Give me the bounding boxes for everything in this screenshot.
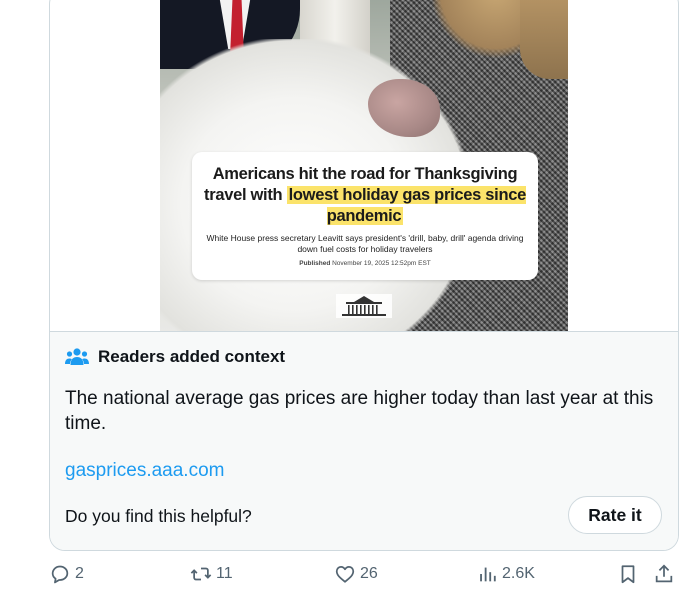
views-count: 2.6K [502, 565, 535, 582]
community-note-header: Readers added context [65, 347, 285, 367]
headline-title: Americans hit the road for Thanksgiving … [202, 164, 528, 227]
published-date: November 19, 2025 12:52pm EST [332, 260, 431, 267]
helpful-question: Do you find this helpful? [65, 506, 252, 526]
published-label: Published [299, 260, 331, 267]
people-icon [65, 348, 89, 365]
bookmark-icon [621, 565, 635, 584]
reply-count: 2 [75, 565, 84, 582]
headline-published: Published November 19, 2025 12:52pm EST [192, 260, 538, 267]
headline-overlay: Americans hit the road for Thanksgiving … [192, 152, 538, 280]
repost-count: 11 [216, 565, 233, 582]
repost-icon [190, 567, 212, 581]
analytics-icon [480, 567, 496, 582]
news-image[interactable]: Americans hit the road for Thanksgiving … [160, 0, 568, 331]
community-note-title: Readers added context [98, 347, 286, 366]
headline-subhead: White House press secretary Leavitt says… [206, 233, 524, 254]
rate-it-button[interactable]: Rate it [568, 496, 662, 534]
share-button[interactable] [653, 563, 679, 585]
community-note-body: The national average gas prices are high… [65, 388, 654, 434]
headline-highlight: lowest holiday gas prices since pandemic [286, 186, 526, 225]
tweet-card: Americans hit the road for Thanksgiving … [49, 0, 679, 551]
repost-button[interactable]: 11 [190, 563, 233, 585]
tweet-action-bar: 2 11 26 2.6K [49, 563, 681, 593]
white-house-logo-icon [336, 294, 392, 318]
image-hair-side [520, 0, 568, 79]
bookmark-button[interactable] [617, 563, 643, 585]
heart-icon [335, 565, 355, 583]
reply-button[interactable]: 2 [49, 563, 84, 585]
like-button[interactable]: 26 [334, 563, 378, 585]
share-icon [655, 564, 673, 583]
like-count: 26 [360, 565, 378, 582]
views-button[interactable]: 2.6K [476, 563, 535, 585]
community-note-source-link[interactable]: gasprices.aaa.com [65, 460, 224, 482]
reply-icon [51, 565, 69, 584]
community-note: Readers added context The national avera… [50, 331, 678, 550]
